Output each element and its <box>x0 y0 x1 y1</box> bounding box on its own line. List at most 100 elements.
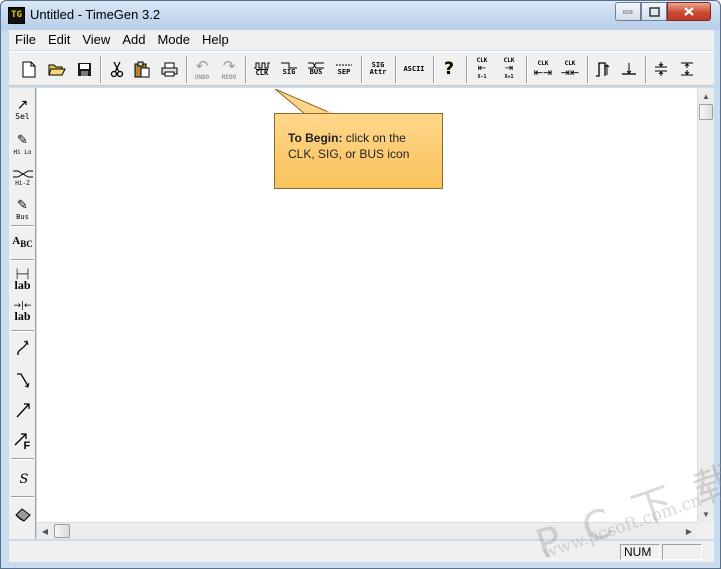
main-toolbar: ↶ UNDO ↷ REDO CLK SIG BUS SEP SIG Attr A… <box>9 51 714 86</box>
menu-file[interactable]: File <box>9 30 42 50</box>
tool-hilo-label: Hi Lo <box>13 148 32 156</box>
printer-icon <box>161 62 177 76</box>
undo-icon: ↶ <box>195 56 209 75</box>
delete-row-button[interactable] <box>675 56 699 82</box>
redo-button[interactable]: ↷ REDO <box>217 56 241 82</box>
close-button[interactable] <box>667 2 711 21</box>
help-button[interactable]: ? <box>437 56 461 82</box>
scissors-icon <box>110 61 124 77</box>
bus-label: BUS <box>309 68 323 76</box>
tool-bus[interactable]: ✎ Bus <box>9 196 35 224</box>
tool-label-gap-text: lab <box>14 309 31 323</box>
arrow-f-icon: F <box>13 431 33 453</box>
left-toolbar-separator <box>11 330 34 332</box>
minimize-icon <box>623 10 633 13</box>
num-lock-indicator: NUM <box>620 544 660 560</box>
undo-button[interactable]: ↶ UNDO <box>190 56 214 82</box>
scroll-up-arrow[interactable]: ▲ <box>698 88 714 104</box>
app-logo-icon: TG <box>8 7 25 24</box>
menu-help[interactable]: Help <box>196 30 235 50</box>
cut-button[interactable] <box>105 56 129 82</box>
tool-arrow[interactable] <box>9 396 35 424</box>
tool-label-span[interactable]: ├─┤ lab <box>9 267 35 295</box>
tool-bus-label: Bus <box>16 212 29 221</box>
ascii-button[interactable]: ASCII <box>399 56 429 82</box>
print-button[interactable] <box>157 56 181 82</box>
bus-pencil-icon: ✎ <box>17 197 28 213</box>
menu-add[interactable]: Add <box>116 30 151 50</box>
tool-arrow-f[interactable]: F <box>9 428 35 456</box>
left-toolbar-separator <box>11 458 34 460</box>
tool-curve-arrow[interactable] <box>9 334 35 362</box>
sig-attr-button[interactable]: SIG Attr <box>365 56 391 82</box>
tool-select-label: Sel <box>15 111 30 121</box>
abc-text-icon: ABC <box>12 236 33 250</box>
open-folder-icon <box>48 64 66 75</box>
sig-button[interactable]: SIG <box>276 56 302 82</box>
sig-attr-label-bottom: Attr <box>369 68 387 76</box>
toolbar-separator <box>186 56 188 83</box>
clk-shift-left-button[interactable]: CLK ⇤ X-1 <box>470 56 494 82</box>
menu-view[interactable]: View <box>76 30 116 50</box>
tool-text[interactable]: ABC <box>9 229 35 257</box>
tool-hilo[interactable]: ✎ Hi Lo <box>9 131 35 159</box>
scroll-right-arrow[interactable]: ▶ <box>681 523 697 539</box>
tool-eraser[interactable] <box>9 500 35 528</box>
tool-break[interactable]: S <box>9 465 35 493</box>
open-button[interactable] <box>45 56 69 82</box>
paste-button[interactable] <box>130 56 154 82</box>
toolbar-separator <box>526 56 528 83</box>
scroll-left-arrow[interactable]: ◀ <box>37 523 53 539</box>
callout-pointer <box>275 89 334 115</box>
menu-edit[interactable]: Edit <box>42 30 76 50</box>
tool-select[interactable]: ↗ Sel <box>9 95 35 123</box>
insert-row-button[interactable] <box>649 56 673 82</box>
vertical-scroll-thumb[interactable] <box>699 104 713 120</box>
horizontal-scroll-thumb[interactable] <box>54 524 70 538</box>
bus-button[interactable]: BUS <box>303 56 329 82</box>
tool-hiz-label: Hi-Z <box>15 179 30 187</box>
clk-button[interactable]: CLK <box>249 56 275 82</box>
getting-started-tooltip: To Begin: click on the CLK, SIG, or BUS … <box>274 113 443 189</box>
scrollbar-corner <box>697 522 714 539</box>
left-toolbar: ↗ Sel ✎ Hi Lo Hi-Z ✎ Bus ABC ├─┤ lab →|← <box>9 88 36 539</box>
save-button[interactable] <box>72 56 96 82</box>
clk-expand-button[interactable]: CLK ⇥⇤ <box>557 56 583 82</box>
clk-compress-button[interactable]: CLK ⇤⇥ <box>530 56 556 82</box>
maximize-icon <box>648 6 660 17</box>
sep-button[interactable]: SEP <box>331 56 357 82</box>
pencil-icon: ✎ <box>17 132 28 148</box>
app-window: TG Untitled - TimeGen 3.2 File Edit View… <box>0 0 721 569</box>
compress-wave-icon: ⇤⇥ <box>533 66 553 79</box>
diagonal-arrow-icon <box>16 403 30 418</box>
menu-bar: File Edit View Add Mode Help <box>9 30 714 50</box>
pulse-up-button[interactable] <box>591 56 615 82</box>
tool-label-gap[interactable]: →|← lab <box>9 298 35 326</box>
eraser-icon <box>14 508 31 522</box>
help-icon: ? <box>444 59 454 79</box>
minimize-button[interactable] <box>615 2 641 21</box>
new-file-icon <box>22 61 36 77</box>
redo-icon: ↷ <box>222 56 236 75</box>
pulse-down-button[interactable] <box>617 56 641 82</box>
new-button[interactable] <box>17 56 41 82</box>
tool-step-arrow[interactable] <box>9 367 35 395</box>
arrow-left-bar-icon: ⇤ <box>477 63 487 74</box>
clk-shift-right-button[interactable]: CLK ⇥ X+1 <box>497 56 521 82</box>
save-disk-icon <box>77 62 91 76</box>
toolbar-separator <box>100 56 102 83</box>
maximize-button[interactable] <box>641 2 667 21</box>
redo-label: REDO <box>221 73 237 81</box>
menu-mode[interactable]: Mode <box>151 30 196 50</box>
curve-arrow-icon <box>16 340 28 356</box>
title-bar[interactable]: TG Untitled - TimeGen 3.2 <box>1 1 720 30</box>
clk-shift-right-sub: X+1 <box>504 74 514 80</box>
tool-hiz[interactable]: Hi-Z <box>9 164 35 192</box>
toolbar-separator <box>587 56 589 83</box>
toolbar-separator <box>433 56 435 83</box>
close-icon <box>684 7 694 16</box>
step-arrow-icon <box>16 373 29 388</box>
abc-c: C <box>26 239 33 250</box>
pulse-fall-icon <box>622 63 636 75</box>
toolbar-separator <box>645 56 647 83</box>
